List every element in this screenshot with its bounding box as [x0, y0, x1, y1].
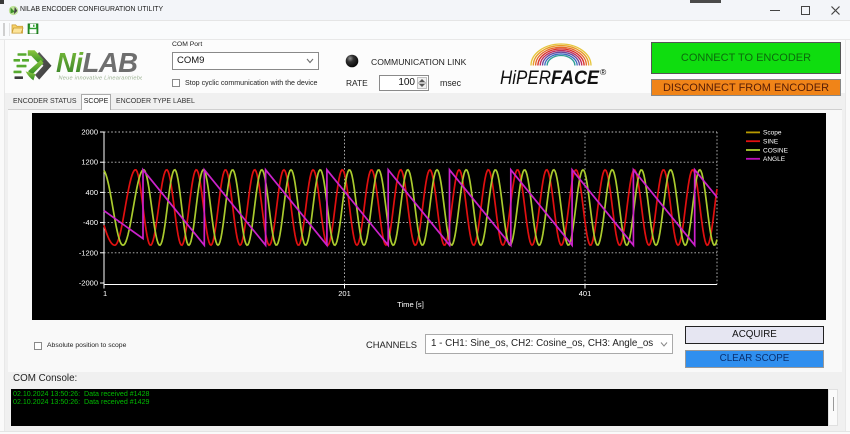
svg-text:401: 401 [579, 289, 592, 298]
svg-text:201: 201 [338, 289, 351, 298]
svg-text:2000: 2000 [81, 128, 98, 137]
svg-text:Neue innovative Linearantriebe: Neue innovative Linearantriebe [59, 76, 143, 82]
svg-text:SINE: SINE [763, 139, 779, 146]
svg-text:-1200: -1200 [79, 248, 98, 257]
svg-text:Time [s]: Time [s] [397, 300, 424, 309]
svg-text:HiPERFACE: HiPERFACE [500, 68, 600, 89]
svg-text:1200: 1200 [81, 158, 98, 167]
svg-text:400: 400 [85, 188, 98, 197]
svg-text:Scope: Scope [763, 130, 782, 137]
svg-text:®: ® [600, 67, 607, 77]
svg-text:NiLAB: NiLAB [56, 47, 138, 78]
svg-text:-2000: -2000 [79, 279, 98, 288]
svg-text:1: 1 [103, 289, 107, 298]
svg-text:-400: -400 [83, 218, 98, 227]
svg-text:ANGLE: ANGLE [763, 156, 786, 163]
svg-text:COSINE: COSINE [763, 147, 789, 154]
